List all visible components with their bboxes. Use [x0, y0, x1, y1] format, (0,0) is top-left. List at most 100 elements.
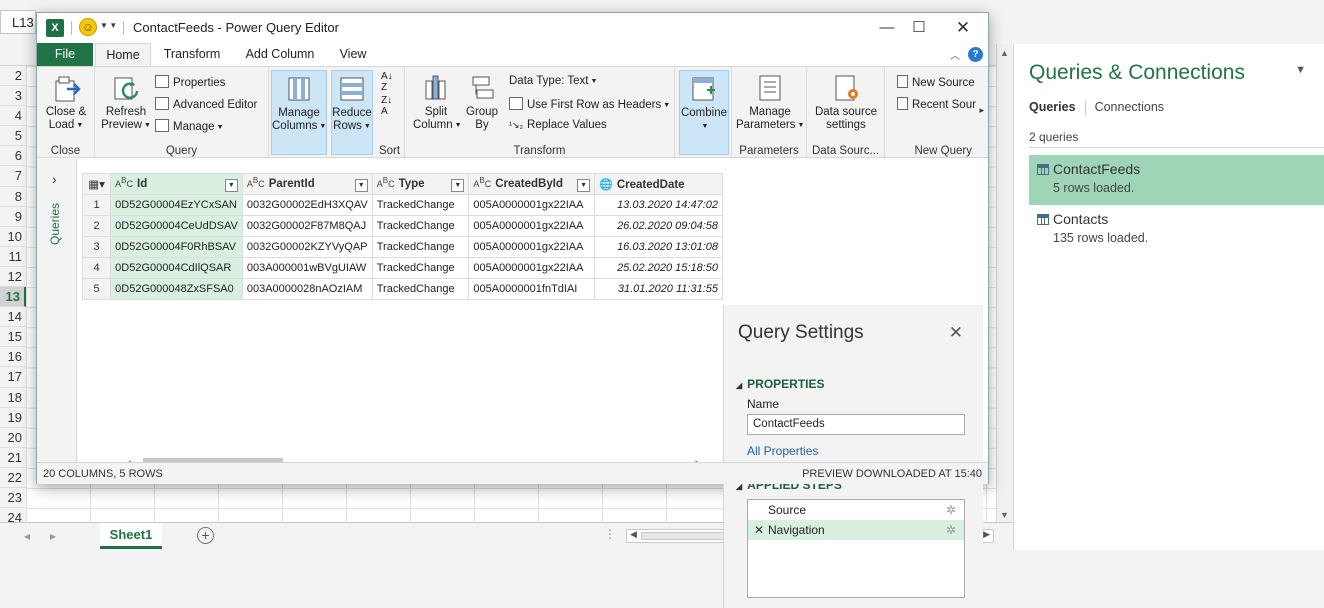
query-item-contacts[interactable]: Contacts 135 rows loaded.	[1029, 205, 1324, 255]
row-header[interactable]: 22	[0, 467, 26, 488]
split-column-button[interactable]: Split Column ▼	[413, 73, 462, 132]
row-header[interactable]: 21	[0, 447, 26, 468]
step-source[interactable]: Source ✲	[748, 500, 964, 520]
query-item-contactfeeds[interactable]: ContactFeeds 5 rows loaded.	[1029, 155, 1324, 205]
add-sheet-button[interactable]: +	[197, 527, 214, 544]
advanced-editor-button[interactable]: Advanced Editor	[155, 97, 257, 111]
row-header[interactable]: 9	[0, 206, 26, 227]
close-settings-icon[interactable]: ✕	[949, 323, 963, 343]
table-cell[interactable]: 003A000001wBVgUIAW	[241, 257, 373, 279]
row-header[interactable]: 7	[0, 166, 26, 187]
refresh-preview-button[interactable]: Refresh Preview ▼	[101, 73, 151, 132]
new-source-button[interactable]: New Source	[897, 75, 975, 89]
tab-connections[interactable]: Connections	[1095, 100, 1165, 114]
filter-dropdown-icon[interactable]: ▼	[354, 179, 368, 192]
cell-createddate[interactable]: 26.02.2020 09:04:58	[594, 215, 723, 237]
smiley-dropdown-icon[interactable]: ▼	[100, 21, 108, 30]
cell-id[interactable]: 0D52G00004CdIlQSAR	[110, 257, 243, 279]
sort-descending-button[interactable]: Z↓ A	[381, 95, 392, 117]
row-header[interactable]: 5	[0, 126, 26, 147]
row-number[interactable]: 1	[82, 194, 112, 216]
cell-createddate[interactable]: 13.03.2020 14:47:02	[594, 194, 723, 216]
row-header[interactable]: 18	[0, 387, 26, 408]
table-cell[interactable]: 005A0000001gx22IAA	[468, 194, 596, 216]
quick-access-customize-icon[interactable]: ▾	[111, 20, 116, 31]
scroll-left-icon[interactable]: ◀	[630, 529, 637, 540]
manage-columns-button[interactable]: Manage Columns ▼	[271, 70, 327, 155]
close-button[interactable]: ✕	[948, 17, 978, 39]
column-header-id[interactable]: ABC Id ▼	[110, 173, 243, 195]
table-cell[interactable]: TrackedChange	[371, 215, 470, 237]
sheet-nav-arrows[interactable]: ◂▸	[24, 529, 76, 543]
table-cell[interactable]: 003A0000028nAOzIAM	[241, 278, 373, 300]
cell-createddate[interactable]: 25.02.2020 15:18:50	[594, 257, 723, 279]
tab-splitter-icon[interactable]: ⋮	[604, 527, 616, 541]
tab-transform[interactable]: Transform	[159, 43, 225, 66]
cell-id[interactable]: 0D52G000048ZxSFSA0	[110, 278, 243, 300]
table-row[interactable]: 5 0D52G000048ZxSFSA0 003A0000028nAOzIAM Tra…	[82, 278, 723, 300]
column-header-createddate[interactable]: 🌐 CreatedDate	[594, 173, 723, 195]
tab-view[interactable]: View	[333, 43, 373, 66]
filter-dropdown-icon[interactable]: ▼	[577, 179, 591, 192]
sheet-tab-sheet1[interactable]: Sheet1	[100, 523, 162, 549]
collapse-ribbon-icon[interactable]: ︿	[950, 47, 960, 62]
step-navigation[interactable]: ✕ Navigation ✲	[748, 520, 964, 540]
table-cell[interactable]: 005A0000001fnTdIAI	[468, 278, 596, 300]
table-cell[interactable]: 0032G00002EdH3XQAV	[241, 194, 373, 216]
column-header-type[interactable]: ABC Type ▼	[371, 173, 470, 195]
table-row[interactable]: 4 0D52G00004CdIlQSAR 003A000001wBVgUIAW Tra…	[82, 257, 723, 279]
filter-dropdown-icon[interactable]: ▼	[224, 179, 238, 192]
tab-home[interactable]: Home	[95, 43, 151, 67]
column-header-createdbyid[interactable]: ABC CreatedById ▼	[468, 173, 596, 195]
cell-id[interactable]: 0D52G00004F0RhBSAV	[110, 236, 243, 258]
name-box[interactable]: L13	[0, 10, 36, 34]
help-icon[interactable]: ?	[968, 47, 983, 62]
row-header[interactable]: 17	[0, 367, 26, 388]
row-header[interactable]: 3	[0, 86, 26, 107]
table-row[interactable]: 2 0D52G00004CeUdDSAV 0032G00002F87M8QAJ Tra…	[82, 215, 723, 237]
manage-button[interactable]: Manage ▼	[155, 119, 224, 133]
row-header[interactable]: 20	[0, 427, 26, 448]
maximize-button[interactable]: ☐	[904, 17, 934, 39]
table-cell[interactable]: TrackedChange	[371, 278, 470, 300]
worksheet-vertical-scrollbar[interactable]: ▲ ▼	[996, 44, 1012, 522]
scroll-right-icon[interactable]: ▶	[983, 529, 990, 540]
group-by-button[interactable]: Group By	[463, 73, 501, 131]
row-header[interactable]: 15	[0, 327, 26, 348]
row-header[interactable]: 10	[0, 226, 26, 247]
filter-dropdown-icon[interactable]: ▼	[451, 179, 465, 192]
column-header-parentid[interactable]: ABC ParentId ▼	[241, 173, 373, 195]
tab-queries[interactable]: Queries	[1029, 100, 1076, 114]
query-name-input[interactable]: ContactFeeds	[747, 414, 965, 435]
table-row[interactable]: 1 0D52G00004EzYCxSAN 0032G00002EdH3XQAV Tra…	[82, 194, 723, 216]
table-cell[interactable]: 005A0000001gx22IAA	[468, 236, 596, 258]
row-header[interactable]: 12	[0, 266, 26, 288]
use-first-row-button[interactable]: Use First Row as Headers ▼	[509, 97, 670, 111]
table-cell[interactable]: 0032G00002F87M8QAJ	[241, 215, 373, 237]
tab-file[interactable]: File	[37, 43, 93, 66]
table-cell[interactable]: 005A0000001gx22IAA	[468, 215, 596, 237]
ribbon-scroll-right-icon[interactable]: ▸	[979, 105, 984, 116]
row-header[interactable]: 11	[0, 246, 26, 267]
pane-options-icon[interactable]: ▼	[1295, 64, 1306, 76]
scroll-up-icon[interactable]: ▲	[1000, 48, 1009, 58]
row-number[interactable]: 4	[82, 257, 112, 279]
minimize-button[interactable]: —	[872, 17, 902, 39]
table-cell[interactable]: TrackedChange	[371, 236, 470, 258]
data-source-settings-button[interactable]: Data source settings	[813, 73, 879, 131]
cell-createddate[interactable]: 31.01.2020 11:31:55	[594, 278, 723, 300]
feedback-smiley-icon[interactable]: ☺	[79, 18, 97, 36]
gear-icon[interactable]: ✲	[946, 520, 956, 540]
expand-queries-icon[interactable]: ›	[52, 171, 57, 187]
table-cell[interactable]: 005A0000001gx22IAA	[468, 257, 596, 279]
manage-parameters-button[interactable]: Manage Parameters ▼	[736, 73, 804, 132]
sort-ascending-button[interactable]: A↓ Z	[381, 71, 393, 93]
cell-createddate[interactable]: 16.03.2020 13:01:08	[594, 236, 723, 258]
row-header[interactable]: 19	[0, 407, 26, 428]
row-header[interactable]: 13	[0, 287, 26, 308]
replace-values-button[interactable]: ¹↘₂ Replace Values	[509, 119, 607, 131]
row-header[interactable]: 8	[0, 186, 26, 207]
cell-id[interactable]: 0D52G00004CeUdDSAV	[110, 215, 243, 237]
row-header[interactable]: 23	[0, 487, 26, 509]
row-header[interactable]: 4	[0, 106, 26, 127]
